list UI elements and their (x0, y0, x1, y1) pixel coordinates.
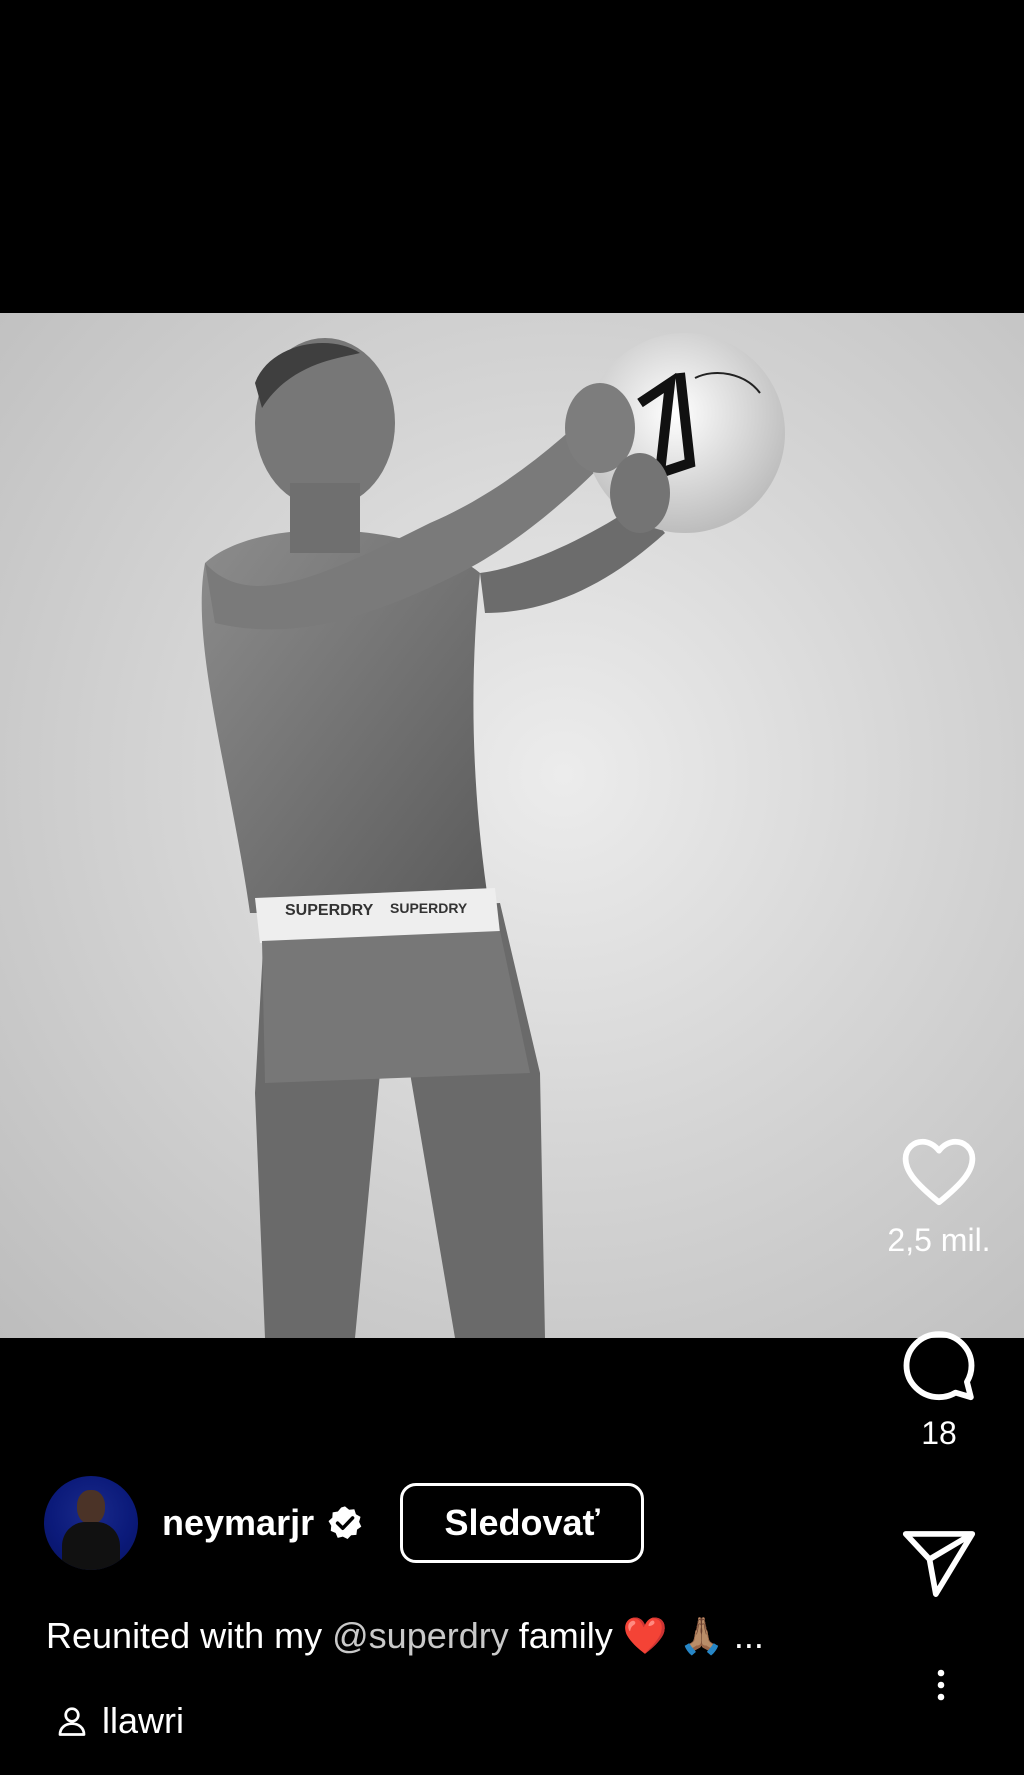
audio-attribution[interactable]: llawri (54, 1700, 184, 1742)
avatar[interactable] (44, 1476, 138, 1570)
likes-count[interactable]: 2,5 mil. (887, 1222, 990, 1259)
share-action[interactable] (854, 1522, 1024, 1606)
caption-more[interactable]: ... (724, 1615, 764, 1656)
caption-emoji: ❤️ 🙏🏽 (622, 1616, 724, 1657)
heart-icon[interactable] (897, 1130, 981, 1214)
send-icon[interactable] (897, 1522, 981, 1606)
more-vertical-icon[interactable] (923, 1660, 959, 1710)
follow-button[interactable]: Sledovať (400, 1483, 645, 1563)
post-caption[interactable]: Reunited with my @superdry family ❤️ 🙏🏽 … (46, 1615, 836, 1657)
caption-text-after: family (508, 1615, 623, 1656)
svg-text:SUPERDRY: SUPERDRY (390, 900, 468, 916)
person-icon (58, 1707, 86, 1736)
username[interactable]: neymarjr (162, 1502, 314, 1544)
audio-user-label[interactable]: llawri (102, 1700, 184, 1742)
like-action[interactable]: 2,5 mil. (854, 1130, 1024, 1259)
waistband-text: SUPERDRY (285, 902, 374, 919)
comments-count[interactable]: 18 (921, 1415, 957, 1452)
comment-action[interactable]: 18 (854, 1323, 1024, 1452)
action-rail: 2,5 mil. 18 (854, 1130, 1024, 1710)
author-row: neymarjr Sledovať (44, 1473, 645, 1573)
comment-icon[interactable] (897, 1323, 981, 1407)
caption-text: Reunited with my (46, 1615, 333, 1656)
caption-mention-link[interactable]: @superdry (332, 1615, 509, 1656)
verified-badge-icon (328, 1506, 362, 1539)
top-letterbox (0, 0, 1024, 313)
